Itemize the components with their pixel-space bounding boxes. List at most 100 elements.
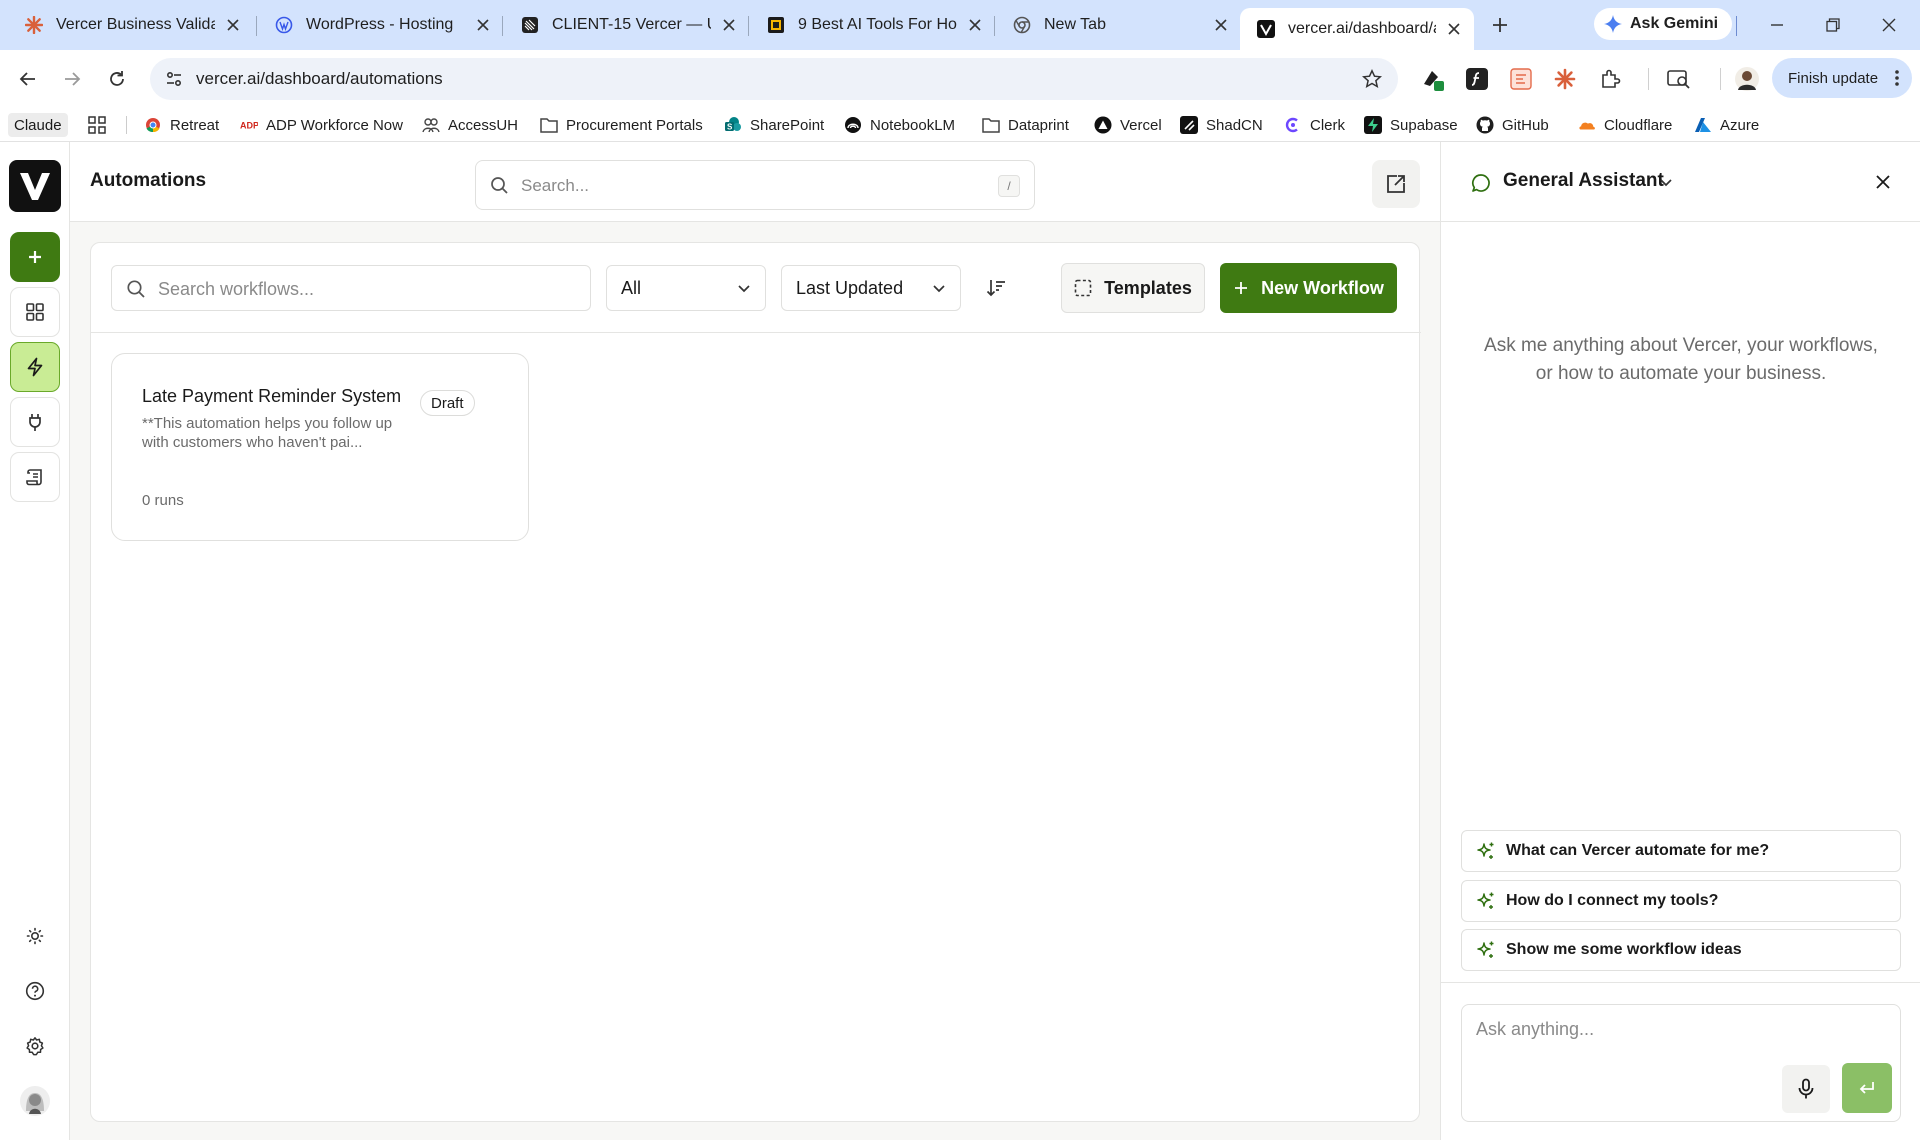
close-icon[interactable] <box>1211 15 1231 35</box>
settings-button[interactable] <box>10 1021 60 1071</box>
chat-bubble-icon <box>1471 173 1491 193</box>
sidebar-item-automations[interactable] <box>10 342 60 392</box>
close-icon[interactable] <box>1871 170 1895 194</box>
close-icon[interactable] <box>1444 19 1464 39</box>
extension-icon[interactable] <box>1508 66 1534 92</box>
bookmark-label: Dataprint <box>1008 116 1069 134</box>
more-vertical-icon[interactable] <box>1894 70 1900 86</box>
apps-grid-icon[interactable] <box>88 114 106 136</box>
minimize-icon[interactable] <box>1762 10 1792 40</box>
bookmark-adp[interactable]: ADP ADP Workforce Now <box>240 114 403 136</box>
global-search-input[interactable]: Search... / <box>475 160 1035 210</box>
new-workflow-button[interactable]: New Workflow <box>1220 263 1397 313</box>
dashed-square-icon <box>1074 279 1092 297</box>
window-close-icon[interactable] <box>1874 10 1904 40</box>
finish-update-button[interactable]: Finish update <box>1772 58 1912 98</box>
bookmark-retreat[interactable]: Retreat <box>144 114 219 136</box>
workflow-card[interactable]: Late Payment Reminder System Draft **Thi… <box>111 353 529 541</box>
url-text[interactable]: vercer.ai/dashboard/automations <box>196 69 443 89</box>
open-panel-icon <box>1385 173 1407 195</box>
sidebar-item-logs[interactable] <box>10 452 60 502</box>
help-button[interactable] <box>10 966 60 1016</box>
bookmark-star-icon[interactable] <box>1362 69 1382 89</box>
bookmark-clerk[interactable]: Clerk <box>1284 114 1345 136</box>
theme-toggle-button[interactable] <box>10 911 60 961</box>
bookmark-dataprint[interactable]: Dataprint <box>982 114 1069 136</box>
tab-title: 9 Best AI Tools For Hon <box>798 16 957 33</box>
close-icon[interactable] <box>719 15 739 35</box>
browser-tab[interactable]: New Tab <box>996 8 1241 42</box>
plug-icon <box>25 412 45 432</box>
extension-icon[interactable] <box>1464 66 1490 92</box>
sort-select[interactable]: Last Updated <box>781 265 961 311</box>
suggestion-label: How do I connect my tools? <box>1506 892 1719 909</box>
extension-icon[interactable] <box>1420 66 1446 92</box>
bookmark-vercel[interactable]: Vercel <box>1094 114 1162 136</box>
restore-icon[interactable] <box>1818 10 1848 40</box>
suggestion-chip[interactable]: What can Vercer automate for me? <box>1461 830 1901 872</box>
bookmark-sharepoint[interactable]: S SharePoint <box>724 114 824 136</box>
new-tab-button[interactable] <box>1486 11 1514 39</box>
bookmark-accessuh[interactable]: AccessUH <box>422 114 518 136</box>
user-avatar[interactable] <box>10 1076 60 1126</box>
bookmark-shadcn[interactable]: ShadCN <box>1180 114 1263 136</box>
close-icon[interactable] <box>965 15 985 35</box>
browser-tab[interactable]: WordPress - Hosting <box>258 8 503 42</box>
bookmark-supabase[interactable]: Supabase <box>1364 114 1458 136</box>
microphone-button[interactable] <box>1782 1065 1830 1113</box>
browser-tab[interactable]: Vercer Business Validati <box>8 8 253 42</box>
bookmark-label: GitHub <box>1502 116 1549 134</box>
wordpress-icon <box>274 15 294 35</box>
app-header: Automations Search... / <box>70 142 1440 222</box>
close-icon[interactable] <box>223 15 243 35</box>
reload-icon[interactable] <box>103 65 131 93</box>
chrome-icon <box>144 116 162 134</box>
suggestion-chip[interactable]: Show me some workflow ideas <box>1461 929 1901 971</box>
ask-gemini-button[interactable]: Ask Gemini <box>1594 8 1733 40</box>
claude-asterisk-icon[interactable] <box>1552 66 1578 92</box>
profile-avatar[interactable] <box>1734 66 1760 92</box>
assistant-intro-text: Ask me anything about Vercer, your workf… <box>1484 335 1878 384</box>
bookmark-label: NotebookLM <box>870 116 956 134</box>
templates-button[interactable]: Templates <box>1061 263 1205 313</box>
help-circle-icon <box>25 981 45 1001</box>
bookmark-claude[interactable]: Claude <box>8 113 68 137</box>
chat-input[interactable]: Ask anything... <box>1461 1004 1901 1122</box>
vercer-logo[interactable] <box>9 160 61 212</box>
workflow-search-placeholder: Search workflows... <box>158 279 315 299</box>
chevron-down-icon[interactable] <box>1659 175 1673 189</box>
toggle-assistant-panel-button[interactable] <box>1372 160 1420 208</box>
puzzle-extensions-icon[interactable] <box>1598 66 1624 92</box>
workflow-search-input[interactable]: Search workflows... <box>111 265 591 311</box>
suggestion-chip[interactable]: How do I connect my tools? <box>1461 880 1901 922</box>
send-button[interactable] <box>1842 1063 1892 1113</box>
sidebar-item-integrations[interactable] <box>10 397 60 447</box>
forward-arrow-icon[interactable] <box>58 65 86 93</box>
site-settings-icon[interactable] <box>164 69 184 89</box>
close-icon[interactable] <box>473 15 493 35</box>
bookmark-github[interactable]: GitHub <box>1476 114 1549 136</box>
bookmark-notebooklm[interactable]: NotebookLM <box>844 114 955 136</box>
assistant-selector[interactable]: General Assistant <box>1503 170 1664 192</box>
status-filter-value: All <box>621 277 642 298</box>
bookmark-azure[interactable]: Azure <box>1694 114 1759 136</box>
status-filter-select[interactable]: All <box>606 265 766 311</box>
back-arrow-icon[interactable] <box>14 65 42 93</box>
asterisk-icon <box>24 15 44 35</box>
sidebar-item-dashboard[interactable] <box>10 287 60 337</box>
chrome-icon <box>1012 15 1032 35</box>
browser-tab-active[interactable]: vercer.ai/dashboard/au <box>1240 8 1474 50</box>
create-button[interactable] <box>10 232 60 282</box>
browser-tab[interactable]: 9 Best AI Tools For Hon <box>750 8 995 42</box>
chat-input-placeholder: Ask anything... <box>1476 1019 1595 1039</box>
enter-arrow-icon <box>1858 1080 1876 1096</box>
sparkles-icon <box>1476 940 1496 960</box>
bookmark-procurement-portals[interactable]: Procurement Portals <box>540 114 703 136</box>
bookmark-cloudflare[interactable]: Cloudflare <box>1578 114 1672 136</box>
bookmark-label: ADP Workforce Now <box>266 116 403 134</box>
tab-search-icon[interactable] <box>1666 66 1692 92</box>
new-workflow-label: New Workflow <box>1261 277 1384 298</box>
sort-direction-button[interactable] <box>981 273 1011 303</box>
browser-tab[interactable]: CLIENT-15 Vercer — Up <box>504 8 749 42</box>
address-bar[interactable]: vercer.ai/dashboard/automations <box>150 58 1398 100</box>
